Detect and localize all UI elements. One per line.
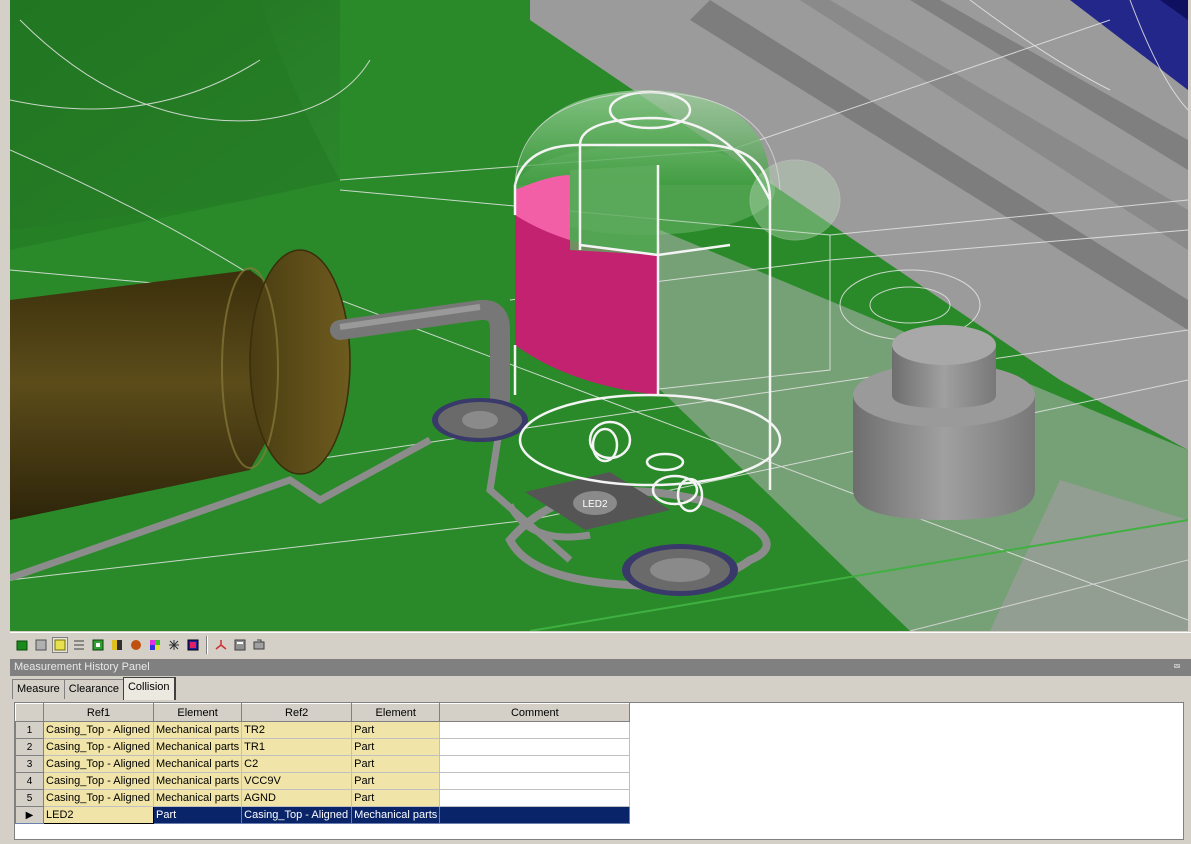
cell-comment[interactable] xyxy=(439,721,631,739)
cell-ref2[interactable]: VCC9V xyxy=(241,772,353,790)
measurement-history-header: Measurement History Panel ⮹ xyxy=(10,659,1191,676)
palette-icon[interactable] xyxy=(147,637,163,653)
col-header-ref2[interactable]: Ref2 xyxy=(241,703,353,722)
cell-ref1[interactable]: Casing_Top - Aligned xyxy=(43,789,154,807)
wire-icon[interactable] xyxy=(71,637,87,653)
panel-tabs: Measure Clearance Collision xyxy=(12,677,176,700)
tab-collision[interactable]: Collision xyxy=(122,677,176,700)
cell-element1[interactable]: Mechanical parts xyxy=(152,772,243,790)
cell-comment[interactable] xyxy=(439,789,631,807)
cell-element2[interactable]: Part xyxy=(351,772,441,790)
3d-viewport[interactable]: LED2 xyxy=(10,0,1188,631)
cell-element1[interactable]: Mechanical parts xyxy=(152,738,243,756)
panel-title: Measurement History Panel xyxy=(14,661,150,673)
axis-icon[interactable] xyxy=(213,637,229,653)
view-icon[interactable] xyxy=(185,637,201,653)
collision-grid: Ref1 Element Ref2 Element Comment 1 Casi… xyxy=(14,702,1184,840)
col-header-element1[interactable]: Element xyxy=(152,703,243,722)
cell-comment[interactable] xyxy=(439,755,631,773)
table-row[interactable]: 4 Casing_Top - Aligned Mechanical parts … xyxy=(15,772,631,790)
cell-comment[interactable] xyxy=(439,738,631,756)
parts-icon[interactable] xyxy=(52,636,68,653)
cell-ref2[interactable]: Casing_Top - Aligned xyxy=(241,806,353,824)
cell-ref2[interactable]: TR2 xyxy=(241,721,353,739)
calculator-icon[interactable] xyxy=(232,637,248,653)
toolbar-separator xyxy=(206,635,208,654)
tab-measure[interactable]: Measure xyxy=(12,679,65,699)
table-row[interactable]: 3 Casing_Top - Aligned Mechanical parts … xyxy=(15,755,631,773)
current-row-marker-icon[interactable]: ▶ xyxy=(15,806,44,824)
row-number[interactable]: 1 xyxy=(15,721,44,739)
cell-ref2[interactable]: TR1 xyxy=(241,738,353,756)
cell-element1[interactable]: Mechanical parts xyxy=(152,789,243,807)
cell-ref2[interactable]: AGND xyxy=(241,789,353,807)
row-number[interactable]: 2 xyxy=(15,738,44,756)
cell-ref1[interactable]: Casing_Top - Aligned xyxy=(43,755,154,773)
cell-element1[interactable]: Mechanical parts xyxy=(152,755,243,773)
table-row[interactable]: 2 Casing_Top - Aligned Mechanical parts … xyxy=(15,738,631,756)
cell-element1[interactable]: Mechanical parts xyxy=(152,721,243,739)
settings-icon[interactable] xyxy=(251,637,267,653)
col-header-ref1[interactable]: Ref1 xyxy=(43,703,154,722)
cell-element2[interactable]: Part xyxy=(351,789,441,807)
cell-element2[interactable]: Mechanical parts xyxy=(351,806,441,824)
tab-clearance[interactable]: Clearance xyxy=(63,679,124,699)
layer-icon[interactable] xyxy=(33,637,49,653)
col-header-element2[interactable]: Element xyxy=(351,703,441,722)
cell-comment[interactable] xyxy=(439,772,631,790)
col-header-comment[interactable]: Comment xyxy=(439,703,631,722)
led2-label: LED2 xyxy=(582,499,607,510)
cell-ref2[interactable]: C2 xyxy=(241,755,353,773)
table-row[interactable]: 5 Casing_Top - Aligned Mechanical parts … xyxy=(15,789,631,807)
cell-element1[interactable]: Part xyxy=(152,806,243,824)
pin-icon[interactable]: ⮹ xyxy=(1173,659,1181,676)
cell-ref1[interactable]: LED2 xyxy=(43,806,154,824)
row-number[interactable]: 5 xyxy=(15,789,44,807)
color-icon[interactable] xyxy=(109,637,125,653)
bottom-frame xyxy=(0,840,1191,844)
new-entry-row[interactable]: ▶ LED2 Part Casing_Top - Aligned Mechani… xyxy=(15,806,631,824)
pcb-3d-scene[interactable]: LED2 xyxy=(10,0,1188,631)
cell-element2[interactable]: Part xyxy=(351,755,441,773)
cell-element2[interactable]: Part xyxy=(351,738,441,756)
collision-table: Ref1 Element Ref2 Element Comment 1 Casi… xyxy=(15,703,631,824)
light-icon[interactable] xyxy=(166,637,182,653)
cell-ref1[interactable]: Casing_Top - Aligned xyxy=(43,772,154,790)
cell-ref1[interactable]: Casing_Top - Aligned xyxy=(43,721,154,739)
view-toolbar xyxy=(10,632,1191,656)
table-header-row: Ref1 Element Ref2 Element Comment xyxy=(15,703,631,722)
component-icon[interactable] xyxy=(128,637,144,653)
row-number[interactable]: 3 xyxy=(15,755,44,773)
row-number[interactable]: 4 xyxy=(15,772,44,790)
grid-icon[interactable] xyxy=(90,637,106,653)
board-icon[interactable] xyxy=(14,637,30,653)
cell-element2[interactable]: Part xyxy=(351,721,441,739)
cell-comment[interactable] xyxy=(439,806,631,824)
table-row[interactable]: 1 Casing_Top - Aligned Mechanical parts … xyxy=(15,721,631,739)
corner-cell[interactable] xyxy=(15,703,44,722)
cell-ref1[interactable]: Casing_Top - Aligned xyxy=(43,738,154,756)
